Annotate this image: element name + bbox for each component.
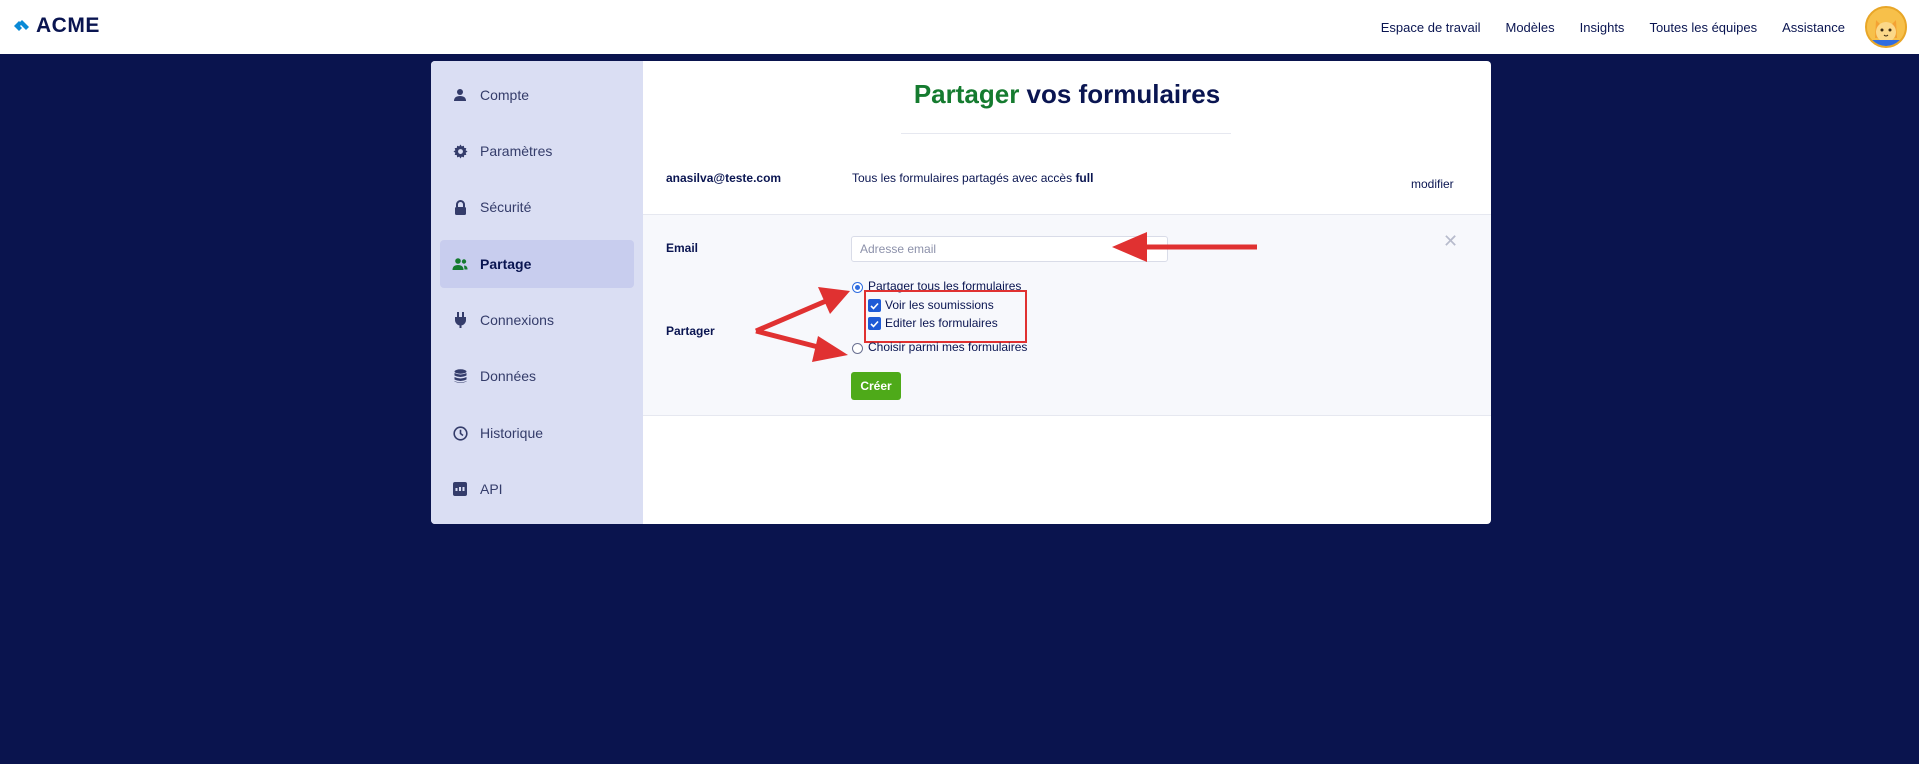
share-label: Partager	[666, 324, 715, 338]
nav-all-teams[interactable]: Toutes les équipes	[1649, 20, 1757, 35]
logo[interactable]: ACME	[12, 12, 100, 40]
logo-icon	[14, 20, 29, 31]
users-icon	[452, 256, 468, 272]
sharing-content: Partager vos formulaires anasilva@teste.…	[643, 61, 1491, 524]
history-icon	[452, 425, 468, 441]
plug-icon	[452, 312, 468, 328]
sidebar-item-partage[interactable]: Partage	[440, 240, 634, 288]
lock-icon	[452, 199, 468, 215]
sidebar-item-parametres[interactable]: Paramètres	[440, 127, 634, 175]
sidebar-item-label: Connexions	[480, 312, 554, 328]
shared-user-access-desc: Tous les formulaires partagés avec accès…	[852, 171, 1093, 185]
sidebar-item-label: Paramètres	[480, 143, 553, 159]
nav-workspace[interactable]: Espace de travail	[1381, 20, 1481, 35]
sidebar: Compte Paramètres Sécurité Partage Conne…	[431, 61, 643, 524]
page-title-highlight: Partager	[913, 79, 1020, 109]
avatar[interactable]	[1865, 6, 1907, 48]
shared-user-email: anasilva@teste.com	[666, 171, 782, 185]
database-icon	[452, 368, 468, 384]
brand-name: ACME	[36, 14, 100, 37]
access-level: full	[1075, 171, 1094, 185]
page-title-rest: vos formulaires	[1019, 79, 1221, 109]
nav-insights[interactable]: Insights	[1580, 20, 1625, 35]
sidebar-item-compte[interactable]: Compte	[440, 71, 634, 119]
top-bar: ACME Espace de travail Modèles Insights …	[0, 0, 1919, 54]
sidebar-item-securite[interactable]: Sécurité	[440, 183, 634, 231]
sidebar-item-label: Partage	[480, 256, 532, 272]
radio-choose-forms-label: Choisir parmi mes formulaires	[868, 340, 1028, 354]
gear-icon	[452, 143, 468, 159]
email-input[interactable]	[851, 236, 1168, 262]
radio-choose-forms[interactable]	[852, 343, 863, 354]
modify-link[interactable]: modifier	[1411, 177, 1454, 191]
cat-avatar-icon	[1867, 8, 1905, 46]
access-desc-text: Tous les formulaires partagés avec accès	[852, 171, 1076, 185]
email-label: Email	[666, 241, 699, 255]
sidebar-item-label: Données	[480, 368, 537, 384]
sidebar-item-connexions[interactable]: Connexions	[440, 296, 634, 344]
nav-assistance[interactable]: Assistance	[1782, 20, 1845, 35]
shared-user-row: anasilva@teste.com Tous les formulaires …	[643, 161, 1491, 216]
create-button[interactable]: Créer	[851, 372, 901, 400]
nav-templates[interactable]: Modèles	[1505, 20, 1554, 35]
sidebar-item-label: Historique	[480, 425, 544, 441]
sidebar-item-api[interactable]: API	[440, 465, 634, 513]
close-icon[interactable]: ✕	[1443, 231, 1458, 252]
settings-panel: Compte Paramètres Sécurité Partage Conne…	[431, 61, 1491, 524]
api-icon	[452, 481, 468, 497]
sidebar-item-historique[interactable]: Historique	[440, 409, 634, 457]
sidebar-item-donnees[interactable]: Données	[440, 352, 634, 400]
user-icon	[452, 87, 468, 103]
title-divider	[901, 133, 1231, 134]
page-title: Partager vos formulaires	[643, 79, 1491, 110]
share-form: Email ✕ Partager Partager tous les formu…	[643, 214, 1491, 416]
sidebar-item-label: Compte	[480, 87, 530, 103]
annotation-highlight-box	[864, 290, 1027, 343]
sidebar-item-label: API	[480, 481, 503, 497]
sidebar-item-label: Sécurité	[480, 199, 532, 215]
top-nav: Espace de travail Modèles Insights Toute…	[1381, 0, 1845, 54]
radio-share-all[interactable]	[852, 282, 863, 293]
